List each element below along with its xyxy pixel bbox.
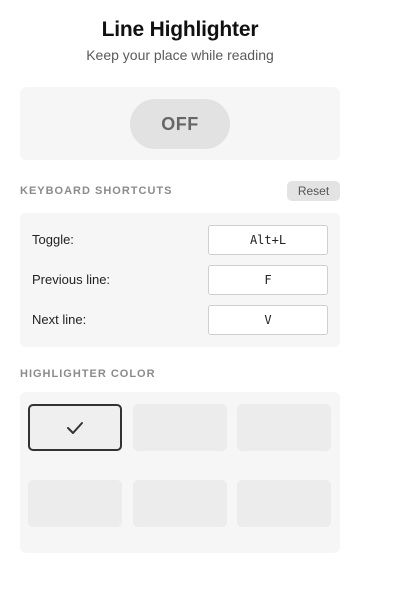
color-swatch-3[interactable] xyxy=(237,404,331,451)
color-swatch-5[interactable] xyxy=(133,480,227,527)
color-swatch-grid xyxy=(20,392,340,553)
shortcuts-card: Toggle: Alt+L Previous line: F Next line… xyxy=(20,213,340,347)
popup-panel: Line Highlighter Keep your place while r… xyxy=(0,0,360,600)
color-swatch-2[interactable] xyxy=(133,404,227,451)
color-swatch-6[interactable] xyxy=(237,480,331,527)
reset-shortcuts-button[interactable]: Reset xyxy=(287,181,340,201)
shortcut-label-next-line: Next line: xyxy=(32,312,87,327)
color-swatch-4[interactable] xyxy=(28,480,122,527)
highlighter-color-heading: HIGHLIGHTER COLOR xyxy=(20,368,156,380)
power-toggle-button[interactable]: OFF xyxy=(130,99,230,149)
shortcut-row-previous-line: Previous line: F xyxy=(20,265,340,295)
check-icon xyxy=(67,421,83,434)
keyboard-shortcuts-heading: KEYBOARD SHORTCUTS xyxy=(20,185,173,197)
shortcut-label-toggle: Toggle: xyxy=(32,232,74,247)
toggle-card: OFF xyxy=(20,87,340,160)
shortcut-label-previous-line: Previous line: xyxy=(32,272,111,287)
shortcut-row-next-line: Next line: V xyxy=(20,305,340,335)
page-title: Line Highlighter xyxy=(101,18,259,41)
color-swatch-1-selected[interactable] xyxy=(28,404,122,451)
next-line-shortcut-input[interactable]: V xyxy=(208,305,328,335)
shortcut-row-toggle: Toggle: Alt+L xyxy=(20,225,340,255)
previous-line-shortcut-input[interactable]: F xyxy=(208,265,328,295)
toggle-shortcut-input[interactable]: Alt+L xyxy=(208,225,328,255)
page-subtitle: Keep your place while reading xyxy=(86,47,274,63)
